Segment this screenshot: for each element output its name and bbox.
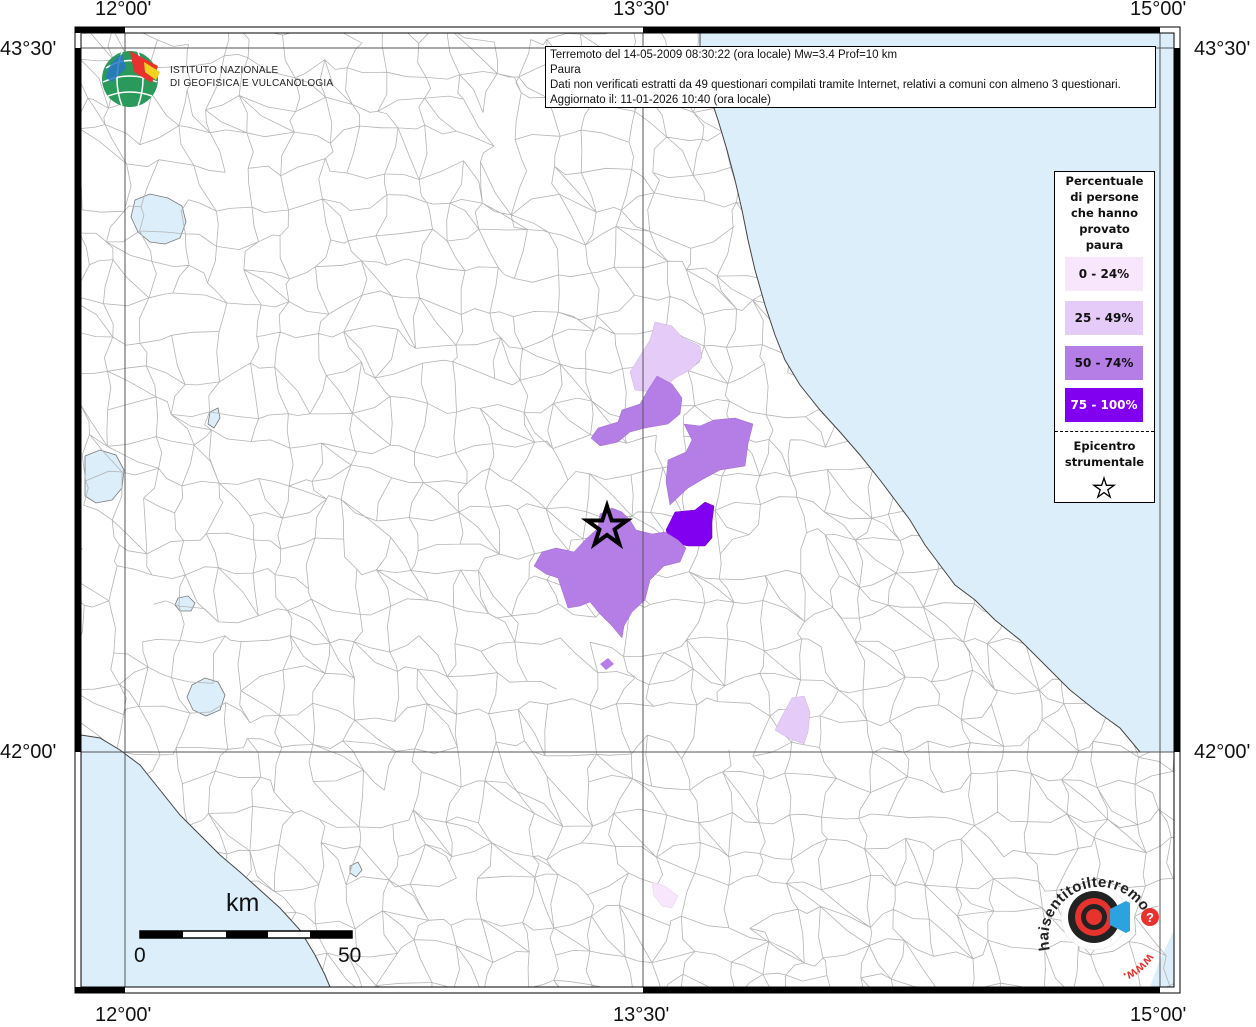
haisentito-logo-url: www. (1121, 950, 1158, 980)
ingv-logo-line2: DI GEOFISICA E VULCANOLOGIA (170, 78, 334, 89)
lon-label-top-13-30: 13°30' (613, 0, 670, 20)
event-info-box: Terremoto del 14-05-2009 08:30:22 (ora l… (545, 46, 1156, 108)
scale-unit-label: km (226, 889, 260, 917)
legend-divider (1055, 431, 1154, 432)
lon-label-top-12: 12°00' (95, 0, 152, 20)
legend-class-75-100: 75 - 100% (1064, 387, 1144, 423)
ingv-logo-line1: ISTITUTO NAZIONALE (170, 65, 279, 76)
scale-bar (139, 930, 353, 939)
lat-label-right-42: 42°00' (1194, 741, 1251, 763)
legend-class-50-74: 50 - 74% (1064, 345, 1144, 381)
event-info-line2: Paura (550, 64, 581, 76)
scale-min-label: 0 (134, 944, 146, 967)
legend-title-line5: paura (1085, 238, 1124, 252)
legend-title-line3: che hanno (1070, 206, 1139, 220)
legend-class-25-49: 25 - 49% (1064, 300, 1144, 336)
svg-text:www.: www. (1121, 950, 1158, 980)
legend-epicenter-line1: Epicentro (1073, 439, 1136, 453)
ingv-globe-icon (102, 51, 160, 107)
legend-title: Percentuale di persone che hanno provato… (1055, 173, 1154, 253)
scale-max-label: 50 (338, 944, 362, 967)
legend-class-0-24: 0 - 24% (1064, 256, 1144, 292)
ingv-logo-text: ISTITUTO NAZIONALE DI GEOFISICA E VULCAN… (170, 64, 333, 90)
legend-panel: Percentuale di persone che hanno provato… (1054, 171, 1155, 503)
lat-label-left-43-30: 43°30' (0, 38, 57, 60)
lat-label-left-42: 42°00' (0, 741, 57, 763)
event-info-line4: Aggiornato il: 11-01-2026 10:40 (ora loc… (550, 94, 771, 106)
legend-title-line1: Percentuale (1065, 174, 1144, 188)
legend-title-line2: di persone (1070, 190, 1139, 204)
event-info-line3: Dati non verificati estratti da 49 quest… (550, 79, 1121, 91)
haisentito-logo: haisentitoilterremoto.it ? www. (1030, 865, 1160, 980)
legend-epicenter-line2: strumentale (1064, 455, 1145, 469)
event-info-line1: Terremoto del 14-05-2009 08:30:22 (ora l… (550, 49, 898, 61)
legend-epicenter-label: Epicentro strumentale (1055, 438, 1154, 470)
lon-label-top-15: 15°00' (1130, 0, 1187, 20)
legend-title-line4: provato (1079, 222, 1130, 236)
legend-star-icon (1092, 476, 1116, 499)
lat-label-right-43-30: 43°30' (1194, 38, 1251, 60)
svg-text:?: ? (1146, 910, 1154, 925)
